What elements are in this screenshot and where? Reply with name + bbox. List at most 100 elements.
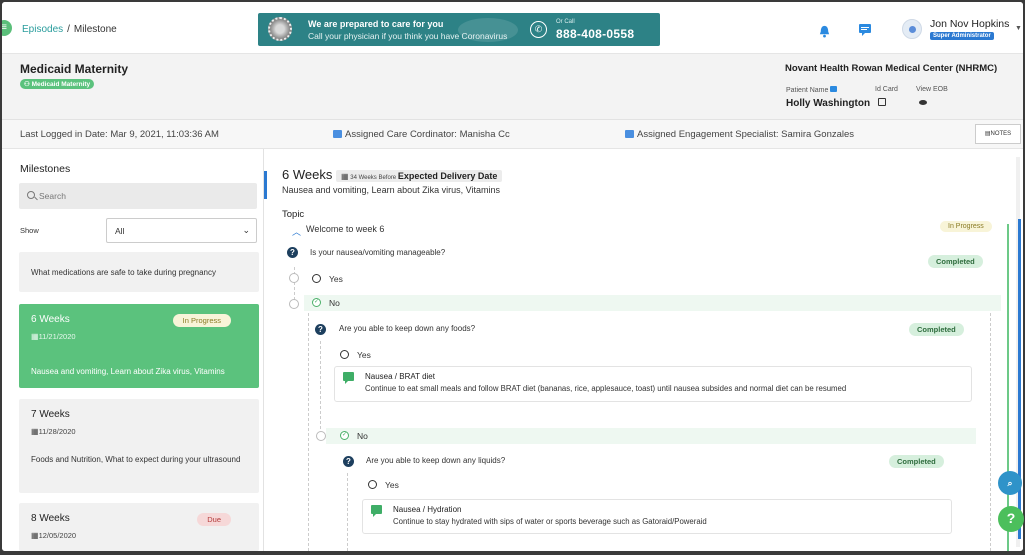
milestone-item-active[interactable]: 6 Weeks In Progress ▦11/21/2020 Nausea a… bbox=[19, 304, 259, 388]
care-coordinator: Assigned Care Cordinator: Manisha Cc bbox=[333, 129, 510, 140]
calendar-icon: ▦ bbox=[31, 427, 39, 436]
last-logged-date: Last Logged in Date: Mar 9, 2021, 11:03:… bbox=[20, 129, 219, 140]
question-icon: ? bbox=[287, 247, 298, 258]
active-indicator bbox=[264, 171, 267, 199]
engagement-specialist: Assigned Engagement Specialist: Samira G… bbox=[625, 129, 854, 140]
tree-node bbox=[289, 299, 299, 309]
patient-name-label-text: Patient Name bbox=[786, 87, 829, 94]
milestone-week: 8 Weeks bbox=[31, 513, 70, 524]
tip-message-icon bbox=[343, 372, 354, 384]
question-text: Is your nausea/vomiting manageable? bbox=[310, 248, 446, 257]
milestone-item[interactable]: 8 Weeks Due ▦12/05/2020 bbox=[19, 503, 259, 551]
show-filter-value: All bbox=[115, 226, 125, 236]
patient-name-label: Patient Name bbox=[786, 86, 838, 94]
banner-headline: We are prepared to care for you bbox=[308, 19, 444, 29]
breadcrumb-episodes-link[interactable]: Episodes bbox=[22, 24, 63, 35]
due-date-badge: ▦ 34 Weeks Before Expected Delivery Date bbox=[336, 170, 503, 182]
milestone-date-text: 11/21/2020 bbox=[38, 332, 76, 341]
avatar[interactable] bbox=[902, 19, 922, 39]
id-card-label: Id Card bbox=[875, 86, 898, 93]
top-bar: ≡ Episodes / Milestone We are prepared to … bbox=[2, 2, 1023, 54]
search-input[interactable]: Search bbox=[19, 183, 257, 209]
question-text: Are you able to keep down any foods? bbox=[339, 324, 476, 333]
phone-number[interactable]: 888-408-0558 bbox=[556, 27, 634, 41]
due-date-badge-big: Expected Delivery Date bbox=[397, 171, 498, 181]
timeline-border bbox=[1007, 224, 1009, 551]
check-icon: ✓ bbox=[312, 298, 321, 307]
bell-icon[interactable] bbox=[818, 25, 831, 38]
chevron-up-icon[interactable]: ︿ bbox=[292, 225, 301, 238]
answer-no: No bbox=[329, 298, 340, 308]
show-filter-select[interactable]: All ⌄ bbox=[106, 218, 257, 243]
milestone-list: What medications are safe to take during… bbox=[19, 252, 259, 551]
due-date-badge-small: 34 Weeks Before bbox=[350, 175, 397, 181]
radio-icon[interactable] bbox=[312, 274, 321, 283]
milestone-date: ▦11/21/2020 bbox=[31, 332, 76, 341]
menu-icon[interactable]: ≡ bbox=[2, 20, 12, 36]
selected-answer-band bbox=[326, 428, 976, 444]
week-topics: Nausea and vomiting, Learn about Zika vi… bbox=[282, 185, 500, 195]
answer-yes: Yes bbox=[357, 350, 371, 360]
milestones-sidebar: Milestones Search Show All ⌄ What medica… bbox=[2, 149, 264, 551]
milestone-topics: What medications are safe to take during… bbox=[31, 268, 216, 277]
selected-answer-band bbox=[304, 295, 1001, 311]
radio-icon[interactable] bbox=[368, 480, 377, 489]
tip-title: Nausea / Hydration bbox=[393, 505, 462, 514]
milestone-item[interactable]: 7 Weeks ▦11/28/2020 Foods and Nutrition,… bbox=[19, 399, 259, 493]
care-coordinator-text: Assigned Care Cordinator: Manisha Cc bbox=[345, 129, 510, 140]
message-icon[interactable] bbox=[830, 86, 838, 92]
milestone-date-text: 11/28/2020 bbox=[38, 427, 76, 436]
calendar-icon: ▦ bbox=[341, 172, 349, 181]
milestone-date: ▦11/28/2020 bbox=[31, 427, 76, 436]
patient-name: Holly Washington bbox=[786, 98, 871, 109]
program-badge-label: Medicaid Maternity bbox=[31, 81, 91, 88]
welcome-topic[interactable]: Welcome to week 6 bbox=[306, 224, 384, 234]
tree-node bbox=[289, 273, 299, 283]
status-badge: Due bbox=[197, 513, 231, 526]
banner-decoration bbox=[458, 18, 518, 42]
chat-icon[interactable] bbox=[858, 23, 872, 37]
help-icon[interactable]: ? bbox=[998, 506, 1024, 532]
breadcrumb: Episodes / Milestone bbox=[22, 24, 117, 35]
message-icon[interactable] bbox=[625, 130, 634, 138]
question-icon: ? bbox=[315, 324, 326, 335]
milestone-detail: 6 Weeks ▦ 34 Weeks Before Expected Deliv… bbox=[264, 149, 1023, 551]
milestone-date-text: 12/05/2020 bbox=[38, 531, 77, 540]
tip-message-icon bbox=[371, 505, 382, 517]
milestone-item[interactable]: What medications are safe to take during… bbox=[19, 252, 259, 292]
patient-header: Medicaid Maternity ⚇ Medicaid Maternity … bbox=[2, 54, 1023, 120]
coronavirus-banner: We are prepared to care for you Call you… bbox=[258, 13, 660, 46]
calendar-icon: ▦ bbox=[31, 531, 39, 540]
radio-icon[interactable] bbox=[340, 350, 349, 359]
engagement-specialist-text: Assigned Engagement Specialist: Samira G… bbox=[637, 129, 855, 140]
app-window: ≡ Episodes / Milestone We are prepared to … bbox=[2, 2, 1023, 551]
search-placeholder: Search bbox=[39, 191, 66, 201]
tree-line bbox=[347, 473, 348, 551]
search-icon bbox=[27, 191, 35, 199]
milestones-title: Milestones bbox=[20, 163, 71, 175]
chat-bubble-icon[interactable]: ⌕ bbox=[998, 471, 1022, 495]
or-call-label: Or Call bbox=[556, 19, 575, 25]
user-name[interactable]: Jon Nov Hopkins bbox=[930, 18, 1009, 30]
program-badge: ⚇ Medicaid Maternity bbox=[20, 79, 95, 89]
program-title: Medicaid Maternity bbox=[20, 62, 129, 76]
tree-node bbox=[316, 431, 326, 441]
tree-line bbox=[320, 341, 321, 429]
answer-no: No bbox=[357, 431, 368, 441]
answer-yes: Yes bbox=[385, 480, 399, 490]
milestone-topics: Foods and Nutrition, What to expect duri… bbox=[31, 455, 241, 464]
eye-icon[interactable] bbox=[919, 100, 927, 105]
status-badge: In Progress bbox=[172, 314, 231, 327]
tip-card: Nausea / Hydration Continue to stay hydr… bbox=[362, 499, 952, 534]
message-icon[interactable] bbox=[333, 130, 342, 138]
user-menu-caret-icon[interactable]: ▼ bbox=[1015, 25, 1022, 32]
tree-line bbox=[990, 313, 991, 551]
notes-button[interactable]: ▤NOTES bbox=[975, 124, 1021, 144]
status-badge: Completed bbox=[928, 255, 983, 268]
breadcrumb-separator: / bbox=[67, 24, 70, 35]
virus-icon bbox=[268, 17, 292, 41]
id-card-icon[interactable] bbox=[878, 98, 886, 106]
tip-body: Continue to stay hydrated with sips of w… bbox=[393, 517, 707, 526]
calendar-icon: ▦ bbox=[31, 332, 39, 341]
week-title: 6 Weeks bbox=[282, 167, 333, 182]
